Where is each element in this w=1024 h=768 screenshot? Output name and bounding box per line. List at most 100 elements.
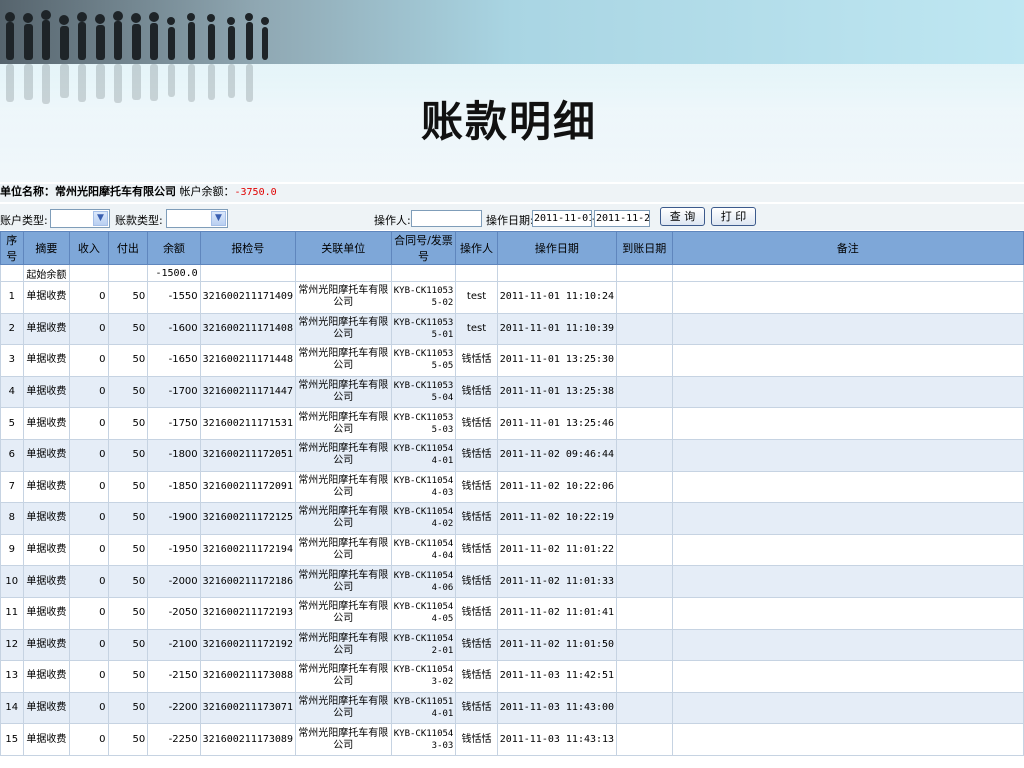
chevron-down-icon[interactable]: ▼ (211, 211, 226, 226)
query-button[interactable]: 查 询 (660, 207, 705, 226)
cell-summary: 单据收费 (22, 438, 71, 472)
cell-contract: KYB-CK110535-01 (390, 312, 457, 346)
cell-no: 6 (0, 438, 24, 472)
cell-balance: -2000 (147, 565, 201, 598)
cell-inspection (199, 264, 296, 282)
cell-inspection: 321600211173088 (199, 660, 296, 693)
table-header-row: 序号 摘要 收入 付出 余额 报检号 关联单位 合同号/发票号 操作人 操作日期 到账日期 备注 (0, 231, 1024, 265)
cell-income: 0 (69, 312, 109, 346)
table-row[interactable]: 8 单据收费 0 50 -1900 321600211172125 常州光阳摩托车有限公司 K… (0, 502, 1024, 535)
column-header: 关联单位 (294, 231, 392, 265)
cell-company: 常州光阳摩托车有限公司 (294, 470, 392, 504)
cell-inspection: 321600211172193 (199, 596, 296, 630)
column-header: 摘要 (22, 231, 71, 265)
cell-expense: 50 (107, 628, 149, 662)
cell-remark (671, 407, 1024, 440)
column-header: 到账日期 (616, 231, 673, 265)
print-button[interactable]: 打 印 (711, 207, 756, 226)
cell-income: 0 (69, 344, 109, 377)
cell-company: 常州光阳摩托车有限公司 (294, 628, 392, 662)
table-row[interactable]: 5 单据收费 0 50 -1750 321600211171531 常州光阳摩托车有限公司 K… (0, 407, 1024, 440)
cell-income: 0 (69, 281, 109, 314)
column-header: 余额 (147, 231, 201, 265)
cell-income: 0 (69, 407, 109, 440)
cell-company: 常州光阳摩托车有限公司 (294, 502, 392, 535)
cell-date: 2011-11-03 11:43:13 (496, 723, 618, 756)
cell-contract: KYB-CK110514-01 (390, 691, 457, 725)
cell-remark (671, 470, 1024, 504)
table-row[interactable]: 15 单据收费 0 50 -2250 321600211173089 常州光阳摩托车有限公司… (0, 723, 1024, 756)
cell-arrival (616, 691, 673, 725)
cell-summary: 单据收费 (22, 723, 71, 756)
cell-contract: KYB-CK110542-01 (390, 628, 457, 662)
cell-operator (455, 264, 498, 282)
cell-summary: 单据收费 (22, 407, 71, 440)
table-row[interactable]: 13 单据收费 0 50 -2150 321600211173088 常州光阳摩托车有限公司… (0, 660, 1024, 693)
cell-arrival (616, 596, 673, 630)
cell-date: 2011-11-03 11:43:00 (496, 691, 618, 725)
table-row[interactable]: 10 单据收费 0 50 -2000 321600211172186 常州光阳摩托车有限公司… (0, 565, 1024, 598)
cell-no: 11 (0, 596, 24, 630)
cell-contract: KYB-CK110535-05 (390, 344, 457, 377)
table-row[interactable]: 12 单据收费 0 50 -2100 321600211172192 常州光阳摩托车有限公司… (0, 628, 1024, 662)
cell-summary: 单据收费 (22, 312, 71, 346)
cell-arrival (616, 533, 673, 567)
table-row[interactable]: 6 单据收费 0 50 -1800 321600211172051 常州光阳摩托车有限公司 K… (0, 438, 1024, 472)
cell-summary: 单据收费 (22, 660, 71, 693)
cell-contract: KYB-CK110544-06 (390, 565, 457, 598)
cell-summary: 单据收费 (22, 375, 71, 409)
payment-type-select[interactable]: ▼ (166, 209, 228, 228)
cell-no (0, 264, 24, 282)
cell-income: 0 (69, 565, 109, 598)
cell-contract: KYB-CK110544-04 (390, 533, 457, 567)
cell-inspection: 321600211171408 (199, 312, 296, 346)
operator-input[interactable] (411, 210, 482, 227)
cell-operator: 钱恬恬 (455, 596, 498, 630)
column-header: 操作人 (455, 231, 498, 265)
chevron-down-icon[interactable]: ▼ (93, 211, 108, 226)
table-row[interactable]: 4 单据收费 0 50 -1700 321600211171447 常州光阳摩托车有限公司 K… (0, 375, 1024, 409)
cell-operator: 钱恬恬 (455, 375, 498, 409)
date-to-input[interactable]: 2011-11-23 (594, 210, 650, 227)
opening-balance-row: 起始余额 -1500.0 (0, 264, 1024, 282)
cell-contract: KYB-CK110543-03 (390, 723, 457, 756)
opening-balance-value: -1500.0 (147, 264, 201, 282)
cell-expense (107, 264, 149, 282)
cell-operator: test (455, 312, 498, 346)
table-row[interactable]: 3 单据收费 0 50 -1650 321600211171448 常州光阳摩托车有限公司 K… (0, 344, 1024, 377)
table-row[interactable]: 1 单据收费 0 50 -1550 321600211171409 常州光阳摩托车有限公司 K… (0, 281, 1024, 314)
cell-inspection: 321600211172192 (199, 628, 296, 662)
cell-company: 常州光阳摩托车有限公司 (294, 723, 392, 756)
cell-inspection: 321600211171409 (199, 281, 296, 314)
date-from-input[interactable]: 2011-11-01 (532, 210, 592, 227)
cell-date: 2011-11-02 10:22:19 (496, 502, 618, 535)
cell-income: 0 (69, 438, 109, 472)
table-row[interactable]: 2 单据收费 0 50 -1600 321600211171408 常州光阳摩托车有限公司 K… (0, 312, 1024, 346)
cell-balance: -1900 (147, 502, 201, 535)
cell-income: 0 (69, 470, 109, 504)
cell-date: 2011-11-01 11:10:24 (496, 281, 618, 314)
cell-arrival (616, 312, 673, 346)
table-row[interactable]: 11 单据收费 0 50 -2050 321600211172193 常州光阳摩托车有限公司… (0, 596, 1024, 630)
cell-contract: KYB-CK110535-04 (390, 375, 457, 409)
header-banner: 账款明细 (0, 0, 1024, 182)
cell-arrival (616, 502, 673, 535)
table-row[interactable]: 9 单据收费 0 50 -1950 321600211172194 常州光阳摩托车有限公司 K… (0, 533, 1024, 567)
cell-balance: -1800 (147, 438, 201, 472)
cell-operator: 钱恬恬 (455, 407, 498, 440)
cell-summary: 单据收费 (22, 502, 71, 535)
cell-no: 15 (0, 723, 24, 756)
table-row[interactable]: 7 单据收费 0 50 -1850 321600211172091 常州光阳摩托车有限公司 K… (0, 470, 1024, 504)
cell-date: 2011-11-01 13:25:38 (496, 375, 618, 409)
cell-inspection: 321600211173089 (199, 723, 296, 756)
cell-remark (671, 533, 1024, 567)
cell-company: 常州光阳摩托车有限公司 (294, 344, 392, 377)
table-row[interactable]: 14 单据收费 0 50 -2200 321600211173071 常州光阳摩托车有限公司… (0, 691, 1024, 725)
cell-balance: -1550 (147, 281, 201, 314)
cell-arrival (616, 438, 673, 472)
account-type-select[interactable]: ▼ (50, 209, 110, 228)
cell-income: 0 (69, 628, 109, 662)
cell-contract: KYB-CK110535-03 (390, 407, 457, 440)
balance-label: 帐户余额： (179, 185, 235, 198)
cell-remark (671, 312, 1024, 346)
